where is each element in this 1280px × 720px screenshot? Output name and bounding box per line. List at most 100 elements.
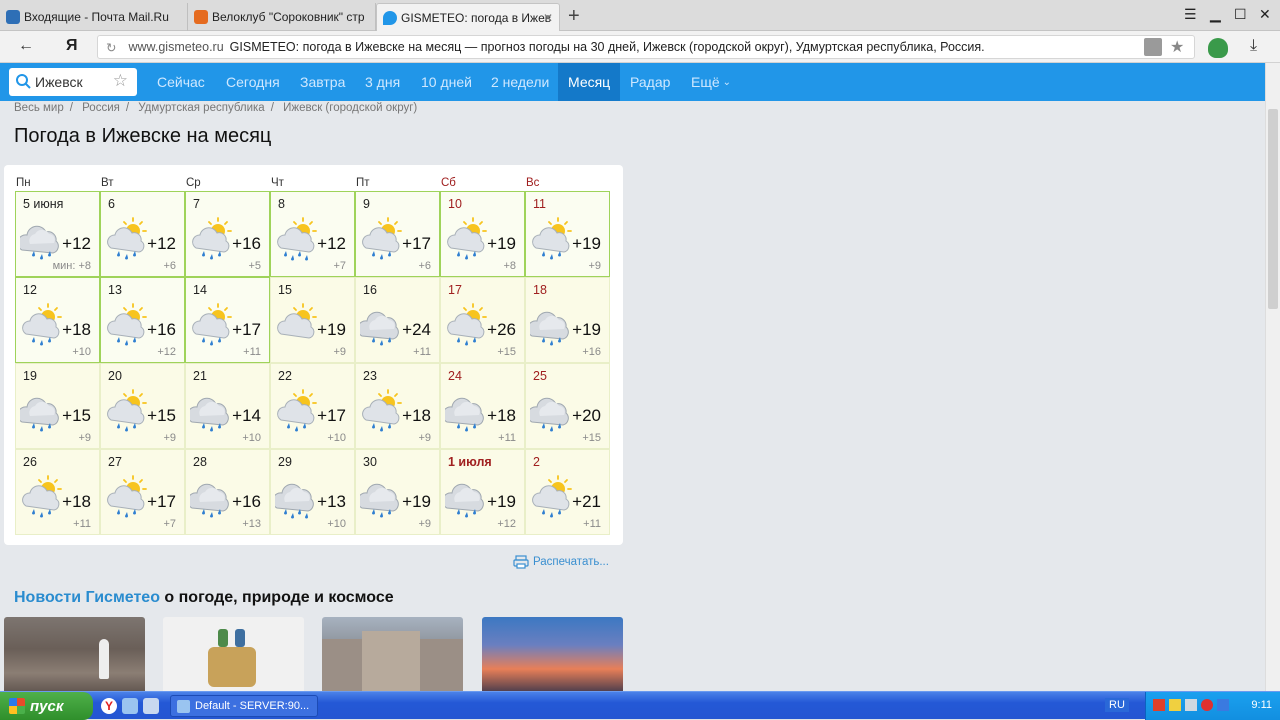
day-max-temp: +12 [147,234,176,253]
day-date: 28 [193,455,207,469]
day-cell[interactable]: 1 июля +19 +12 [440,449,525,535]
day-cell[interactable]: 5 июня +12 мин: +8 [15,191,100,277]
day-date: 22 [278,369,292,383]
url-field[interactable]: ↻ www.gismeteo.ru GISMETEO: погода в Иже… [97,35,1195,59]
day-min-temp: +9 [163,432,176,444]
day-cell[interactable]: 9 +17 +6 [355,191,440,277]
day-cell[interactable]: 10 +19 +8 [440,191,525,277]
bookmark-star-icon[interactable]: ★ [1170,37,1184,57]
day-max-temp: +15 [62,406,91,425]
day-cell[interactable]: 24 +18 +11 [440,363,525,449]
news-image-3[interactable] [322,617,463,691]
mail-icon [6,10,20,24]
day-cell[interactable]: 12 +18 +10 [15,277,100,363]
close-tab-icon[interactable]: ✕ [543,11,553,25]
day-cell[interactable]: 19 +15 +9 [15,363,100,449]
day-cell[interactable]: 30 +19 +9 [355,449,440,535]
day-cell[interactable]: 21 +14 +10 [185,363,270,449]
chevron-down-icon: ⌄ [722,76,732,88]
day-cell[interactable]: 11 +19 +9 [525,191,610,277]
nav-more[interactable]: Ещё ⌄ [681,63,741,101]
breadcrumb-world[interactable]: Весь мир [14,102,64,114]
yandex-logo[interactable]: Я [66,37,78,55]
ie-icon[interactable] [143,698,159,714]
day-cell[interactable]: 6 +12 +6 [100,191,185,277]
taskbar-item-default[interactable]: Default - SERVER:90... [170,695,318,717]
day-cell[interactable]: 18 +19 +16 [525,277,610,363]
city-search-input[interactable]: Ижевск ☆ [9,68,137,96]
day-cell[interactable]: 8 +12 +7 [270,191,355,277]
tab-veloclub[interactable]: Велоклуб "Сороковник" стр [188,3,376,31]
maximize-icon[interactable]: ☐ [1234,6,1247,23]
news-link[interactable]: Новости Гисметео [14,589,160,606]
cloud-rain-icon [445,397,484,432]
day-cell[interactable]: 22 +17 +10 [270,363,355,449]
back-arrow-icon[interactable]: ← [18,37,34,55]
menu-icon[interactable]: ☰ [1184,6,1197,23]
news-image-2[interactable] [163,617,304,691]
day-cell[interactable]: 28 +16 +13 [185,449,270,535]
nav-2-weeks[interactable]: 2 недели [481,63,559,101]
sun-cloud-rain-icon [107,475,147,518]
day-date: 24 [448,369,462,383]
day-cell[interactable]: 2 +21 +11 [525,449,610,535]
yandex-browser-icon[interactable]: Y [101,698,117,714]
start-button[interactable]: пуск [0,692,93,720]
news-image-4[interactable] [482,617,623,691]
breadcrumb-udmurtia[interactable]: Удмуртская республика [138,102,264,114]
day-cell[interactable]: 16 +24 +11 [355,277,440,363]
nav-month[interactable]: Месяц [558,63,620,101]
day-cell[interactable]: 13 +16 +12 [100,277,185,363]
tray-icon-2[interactable] [1169,699,1181,711]
network-icon[interactable] [1217,699,1229,711]
lock-icon[interactable] [1144,38,1162,56]
minimize-icon[interactable]: ▁ [1210,6,1221,23]
nav-tomorrow[interactable]: Завтра [290,63,355,101]
nav-now[interactable]: Сейчас [147,63,215,101]
nav-today[interactable]: Сегодня [216,63,290,101]
cloud-rain-icon [360,311,399,346]
nav-radar[interactable]: Радар [620,63,680,101]
page-scrollbar[interactable] [1265,63,1280,691]
day-cell[interactable]: 14 +17 +11 [185,277,270,363]
protect-shield-icon[interactable] [1208,38,1228,58]
breadcrumb-russia[interactable]: Россия [82,102,120,114]
print-link[interactable]: Распечатать... [513,555,609,569]
day-min-temp: +11 [243,346,261,358]
day-cell[interactable]: 25 +20 +15 [525,363,610,449]
close-window-icon[interactable]: ✕ [1259,6,1271,23]
day-cell[interactable]: 26 +18 +11 [15,449,100,535]
explorer-icon[interactable] [122,698,138,714]
day-date: 16 [363,283,377,297]
day-max-temp: +19 [487,234,516,253]
weekday-header: Ср [186,177,201,189]
day-date: 12 [23,283,37,297]
tab-mail[interactable]: Входящие - Почта Mail.Ru [0,3,188,31]
day-max-temp: +18 [402,406,431,425]
favorite-star-icon[interactable]: ☆ [113,71,128,91]
new-tab-button[interactable]: + [568,5,580,28]
nav-10-days[interactable]: 10 дней [411,63,482,101]
day-date: 20 [108,369,122,383]
day-cell[interactable]: 23 +18 +9 [355,363,440,449]
day-cell[interactable]: 29 +13 +10 [270,449,355,535]
day-cell[interactable]: 17 +26 +15 [440,277,525,363]
language-indicator[interactable]: RU [1105,698,1129,712]
volume-icon[interactable] [1185,699,1197,711]
nav-3-days[interactable]: 3 дня [355,63,410,101]
tray-icon-1[interactable] [1153,699,1165,711]
day-cell[interactable]: 15 +19 +9 [270,277,355,363]
day-date: 13 [108,283,122,297]
breadcrumb-izhevsk[interactable]: Ижевск (городской округ) [283,102,417,114]
download-icon[interactable]: ⤓ [1250,37,1257,55]
news-image-1[interactable] [4,617,145,691]
reload-icon[interactable]: ↻ [106,40,116,55]
day-cell[interactable]: 20 +15 +9 [100,363,185,449]
tab-gismeteo[interactable]: GISMETEO: погода в Ижев ✕ [376,3,560,31]
scrollbar-thumb[interactable] [1268,109,1278,309]
tray-icon-4[interactable] [1201,699,1213,711]
day-max-temp: +24 [402,320,431,339]
day-cell[interactable]: 27 +17 +7 [100,449,185,535]
day-cell[interactable]: 7 +16 +5 [185,191,270,277]
weekday-header: Вт [101,177,114,189]
